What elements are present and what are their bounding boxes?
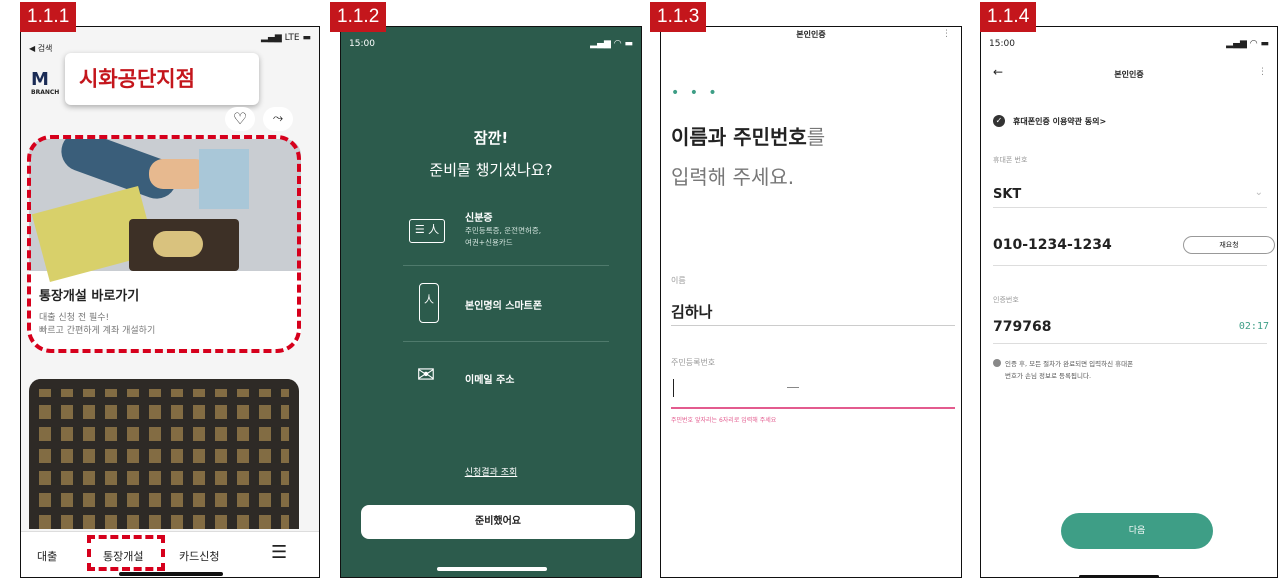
name-label: 이름 (671, 276, 686, 285)
home-indicator (119, 572, 223, 576)
step-tag-1: 1.1.1 (20, 2, 77, 32)
chevron-down-icon[interactable]: ⌄ (1255, 187, 1263, 198)
carrier-select[interactable]: SKT (993, 187, 1021, 202)
item-id-title: 신분증 (465, 213, 493, 224)
building-image (29, 379, 299, 529)
phone-input[interactable]: 010-1234-1234 (993, 237, 1112, 253)
check-circle-icon[interactable]: ✓ (993, 115, 1005, 127)
divider (993, 265, 1267, 266)
status-time: 15:00 (989, 39, 1015, 49)
phone-label: 휴대폰 번호 (993, 156, 1028, 164)
code-label: 인증번호 (993, 296, 1019, 304)
divider (403, 265, 609, 266)
progress-dots: • • • (671, 85, 720, 101)
branch-name-popup: 시화공단지점 (65, 53, 259, 105)
screen-identity-input: 본인인증 ⋮ • • • 이름과 주민번호를 입력해 주세요. 이름 김하나 주… (660, 26, 962, 578)
rrn-label: 주민등록번호 (671, 358, 716, 367)
item-id-sub1: 주민등록증, 운전면허증, (465, 226, 542, 235)
item-phone-title: 본인명의 스마트폰 (465, 301, 543, 312)
step-tag-4: 1.1.4 (980, 2, 1037, 32)
more-icon[interactable]: ⋮ (942, 29, 951, 39)
bottom-nav: 대출 통장개설 카드신청 ☰ (21, 531, 319, 577)
rrn-underline-error (671, 407, 955, 409)
title-wait: 잠깐! (473, 129, 509, 147)
rrn-error-text: 주민번호 앞자리는 6자리로 입력해 주세요 (671, 417, 777, 424)
heading-line1: 이름과 주민번호를 (671, 125, 826, 149)
item-id-sub2: 여권+신용카드 (465, 238, 513, 247)
home-indicator (437, 567, 547, 571)
info-icon (993, 359, 1001, 367)
status-time: 15:00 (349, 39, 375, 49)
next-button[interactable]: 다음 (1061, 513, 1213, 549)
smartphone-icon: 人 (419, 283, 439, 323)
step-tag-3: 1.1.3 (650, 2, 707, 32)
back-to-search-link[interactable]: ◀ 검색 (29, 43, 52, 54)
status-icons: ▂▄▆ ◠ ▬ (590, 39, 633, 49)
highlight-frame-nav (87, 535, 165, 571)
status-bar: ◀ 검색 ▂▄▆ LTE ▬ (29, 33, 311, 53)
screen-checklist: 15:00 ▂▄▆ ◠ ▬ 잠깐! 준비물 챙기셨나요? ☰ 人 신분증 주민등… (340, 26, 642, 578)
title-prepared: 준비물 챙기셨나요? (429, 161, 553, 179)
rrn-input[interactable] (671, 375, 955, 407)
code-input[interactable]: 779768 (993, 319, 1051, 335)
ready-button[interactable]: 준비했어요 (361, 505, 635, 539)
name-input[interactable]: 김하나 (671, 301, 712, 322)
terms-agree-link[interactable]: 휴대폰인증 이용약관 동의> (1013, 116, 1106, 127)
status-bar: 15:00 ▂▄▆ ◠ ▬ (989, 33, 1269, 53)
notice-line1: 인증 후, 모든 절차가 완료되면 입력하신 휴대폰 (1005, 360, 1134, 368)
branch-name-label: 시화공단지점 (79, 67, 195, 91)
step-tag-2: 1.1.2 (330, 2, 387, 32)
status-bar: 15:00 ▂▄▆ ◠ ▬ (349, 33, 633, 53)
menu-icon[interactable]: ☰ (271, 542, 287, 563)
item-email-title: 이메일 주소 (465, 375, 515, 386)
share-icon[interactable]: ⤳ (263, 107, 293, 131)
status-network: ▂▄▆ LTE ▬ (261, 33, 311, 43)
screen-phone-verification: 15:00 ▂▄▆ ◠ ▬ ← 본인인증 ⋮ ✓ 휴대폰인증 이용약관 동의> … (980, 26, 1278, 578)
status-icons: ▂▄▆ ◠ ▬ (1226, 39, 1269, 49)
nav-loan[interactable]: 대출 (37, 548, 57, 564)
id-card-icon: ☰ 人 (409, 219, 445, 243)
divider (993, 343, 1267, 344)
nav-card-apply[interactable]: 카드신청 (179, 548, 219, 564)
branch-logo: M BRANCH (31, 69, 60, 97)
divider (403, 341, 609, 342)
screen-branch-home: ◀ 검색 ▂▄▆ LTE ▬ M BRANCH 시화공단지점 ♡ ⤳ 통장개설 … (20, 26, 320, 578)
check-result-link[interactable]: 신청결과 조회 (341, 465, 641, 478)
email-icon: ✉ (416, 363, 436, 388)
countdown-timer: 02:17 (1238, 321, 1269, 332)
resend-button[interactable]: 재요청 (1183, 236, 1275, 254)
heart-icon[interactable]: ♡ (225, 107, 255, 131)
heading-line2: 입력해 주세요. (671, 165, 795, 189)
highlight-frame-card (27, 135, 301, 353)
header-title: 본인인증 (1114, 70, 1144, 79)
notice-line2: 번호가 손님 정보로 등록됩니다. (1005, 372, 1092, 380)
name-underline (671, 325, 955, 326)
more-icon[interactable]: ⋮ (1258, 67, 1267, 77)
divider (993, 207, 1267, 208)
